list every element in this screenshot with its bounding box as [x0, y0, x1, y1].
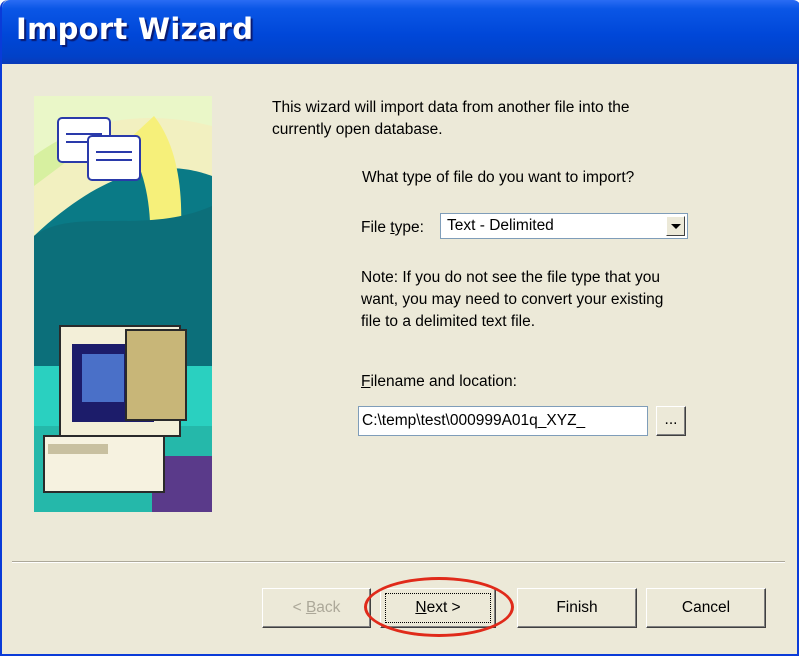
back-label-part: < — [292, 599, 306, 616]
file-type-label-part: ype: — [394, 219, 424, 236]
divider-highlight — [12, 562, 785, 563]
intro-line-1: This wizard will import data from anothe… — [272, 99, 630, 116]
file-type-value: Text - Delimited — [447, 217, 554, 234]
window-title: Import Wizard — [16, 12, 254, 46]
note-line-3: file to a delimited text file. — [361, 313, 536, 330]
question-label: What type of file do you want to import? — [362, 169, 635, 186]
file-type-label: File type: — [361, 218, 424, 238]
browse-button[interactable]: ... — [656, 406, 686, 436]
wizard-illustration — [34, 96, 212, 512]
note-line-2: want, you may need to convert your exist… — [361, 291, 664, 308]
back-label-accel: B — [305, 599, 317, 616]
cancel-button[interactable]: Cancel — [646, 588, 766, 628]
filename-label-part: ilename and location: — [370, 373, 517, 390]
title-bar[interactable]: Import Wizard — [2, 0, 799, 64]
filename-label: Filename and location: — [361, 372, 517, 392]
back-label-part: ack — [316, 599, 341, 616]
finish-button[interactable]: Finish — [517, 588, 637, 628]
next-highlight-ellipse — [364, 577, 514, 637]
back-button[interactable]: < Back — [262, 588, 371, 628]
file-type-select[interactable]: Text - Delimited — [440, 213, 688, 239]
note-line-1: Note: If you do not see the file type th… — [361, 269, 660, 286]
file-type-label-part: File — [361, 219, 391, 236]
filename-value: C:\temp\test\000999A01q_XYZ_ — [362, 412, 586, 429]
chevron-down-icon[interactable] — [666, 216, 685, 236]
filename-input[interactable]: C:\temp\test\000999A01q_XYZ_ — [358, 406, 648, 436]
intro-line-2: currently open database. — [272, 121, 443, 138]
